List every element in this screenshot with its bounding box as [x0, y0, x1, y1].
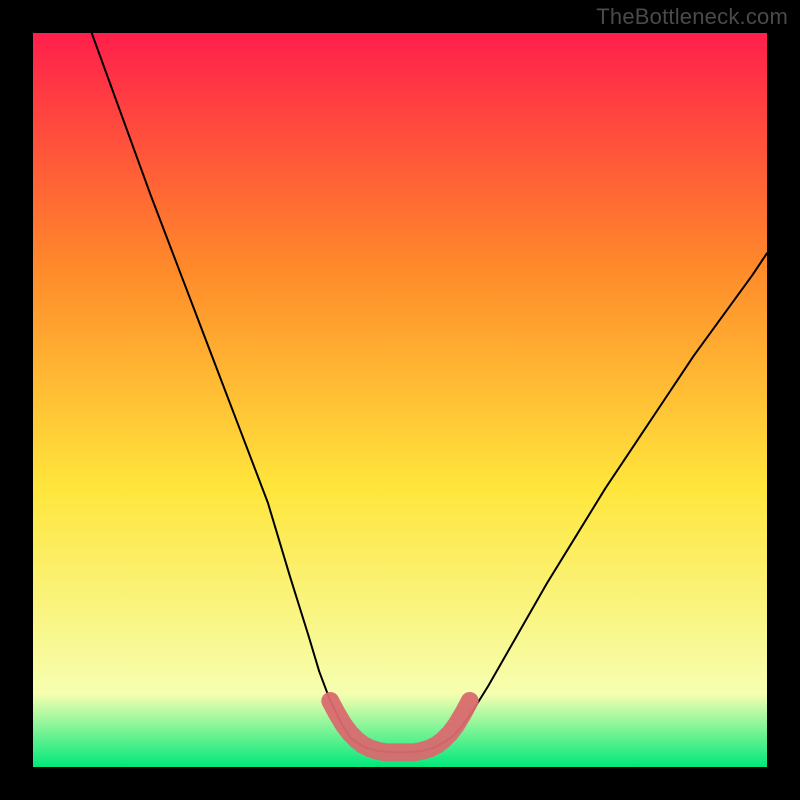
bottleneck-curve-chart: [33, 33, 767, 767]
gradient-background: [33, 33, 767, 767]
plot-area: [33, 33, 767, 767]
chart-frame: TheBottleneck.com: [0, 0, 800, 800]
watermark-text: TheBottleneck.com: [596, 4, 788, 30]
